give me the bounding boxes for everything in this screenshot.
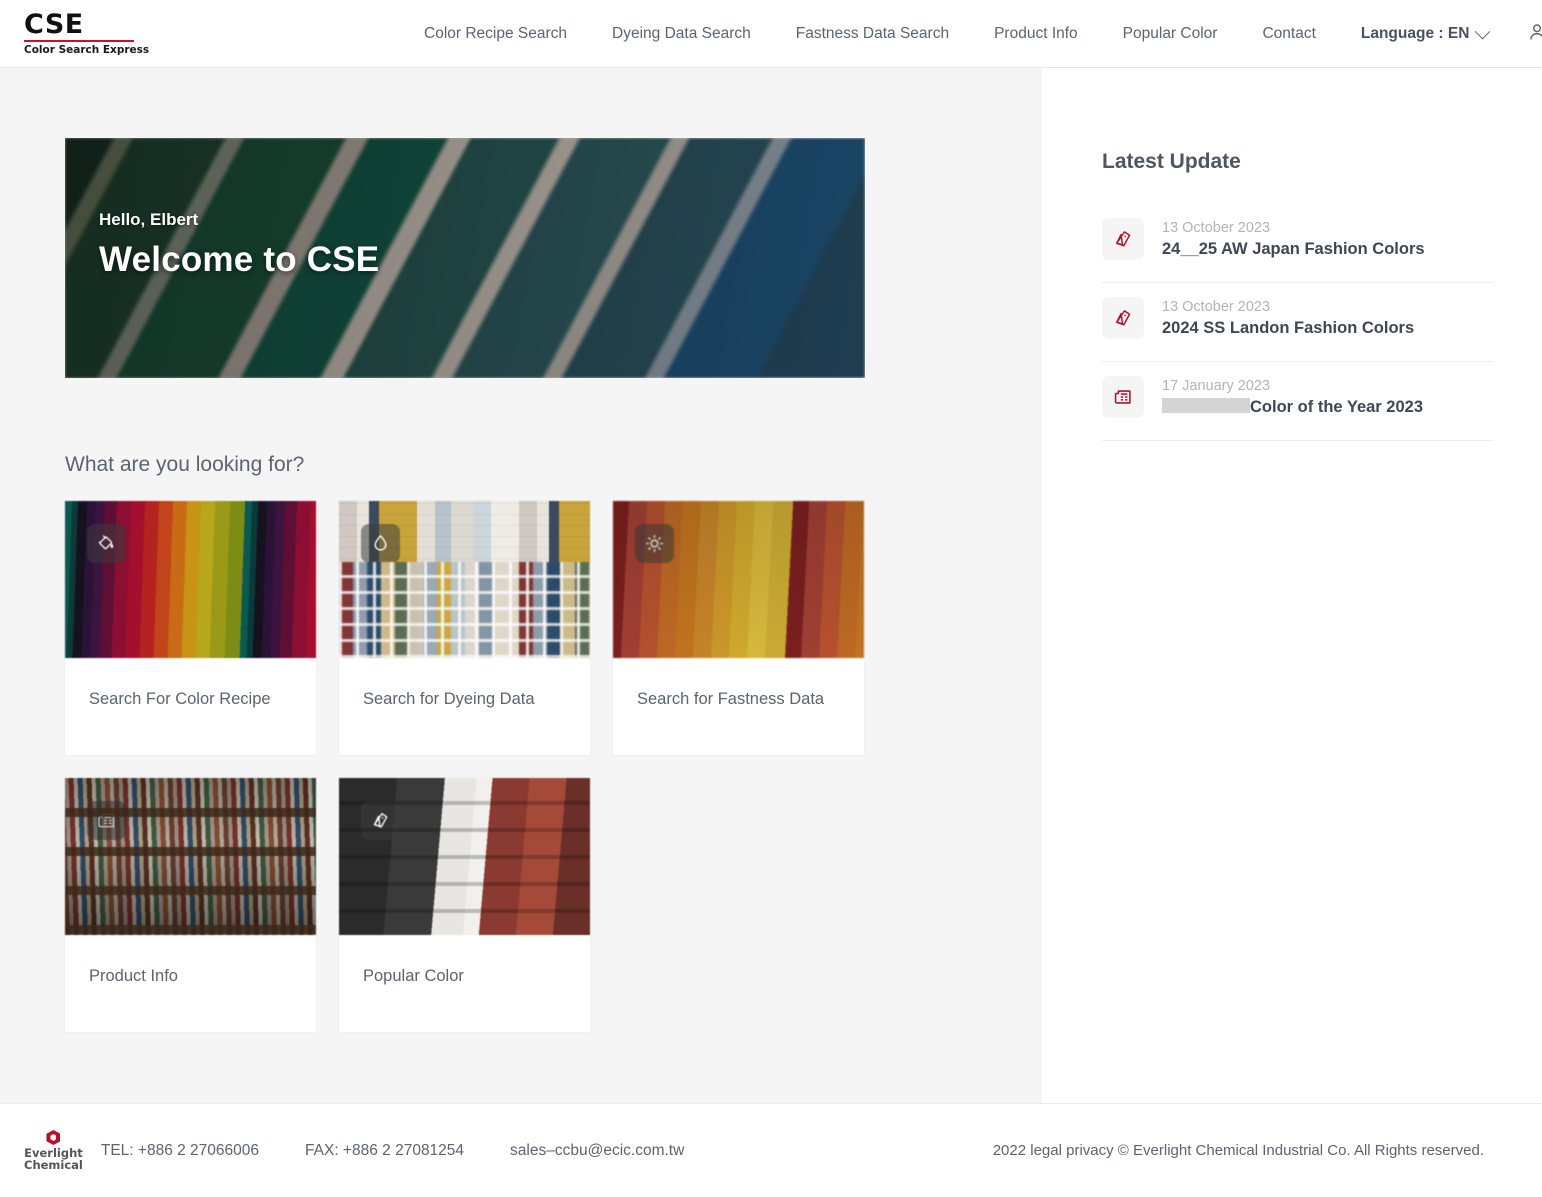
redaction-block	[1162, 398, 1250, 413]
card-label: Popular Color	[339, 935, 590, 1032]
logo-main-text: CSE	[24, 11, 84, 38]
logo-underline	[24, 40, 134, 42]
color-fan-icon	[1102, 218, 1144, 260]
nav-item-contact[interactable]: Contact	[1262, 25, 1315, 43]
latest-update-item[interactable]: 17 January 2023 Color of the Year 2023	[1102, 362, 1494, 441]
nav-item-color-recipe-search[interactable]: Color Recipe Search	[424, 25, 567, 43]
cse-logo[interactable]: CSE Color Search Express	[24, 11, 134, 56]
card-label: Search for Dyeing Data	[339, 658, 590, 755]
sun-gear-icon	[635, 524, 674, 563]
nav-item-popular-color[interactable]: Popular Color	[1123, 25, 1218, 43]
latest-update-body: 13 October 2023 2024 SS Landon Fashion C…	[1162, 297, 1414, 338]
everlight-chemical-logo: Everlight Chemical	[24, 1130, 83, 1171]
latest-update-date: 13 October 2023	[1162, 299, 1414, 315]
card-image	[613, 501, 864, 658]
language-label: Language : EN	[1361, 25, 1470, 43]
latest-update-date: 17 January 2023	[1162, 378, 1423, 394]
hero-banner: Hello, Elbert Welcome to CSE	[65, 138, 865, 378]
user-icon	[1526, 21, 1542, 48]
footer-tel: TEL: +886 2 27066006	[101, 1142, 259, 1160]
everlight-logo-line2: Chemical	[24, 1159, 83, 1171]
card-search-for-fastness-data[interactable]: Search for Fastness Data	[613, 501, 864, 755]
latest-update-item[interactable]: 13 October 2023 2024 SS Landon Fashion C…	[1102, 283, 1494, 362]
hero-text-block: Hello, Elbert Welcome to CSE	[99, 210, 379, 280]
latest-update-title: 2024 SS Landon Fashion Colors	[1162, 319, 1414, 338]
nav-item-dyeing-data-search[interactable]: Dyeing Data Search	[612, 25, 751, 43]
chevron-down-icon	[1475, 23, 1491, 39]
latest-update-sidebar: Latest Update 13 October 2023 24__25 AW …	[1042, 68, 1542, 1103]
footer-contact-info: TEL: +886 2 27066006 FAX: +886 2 2708125…	[101, 1142, 684, 1160]
main-navigation: Color Recipe Search Dyeing Data Search F…	[424, 0, 1542, 68]
nav-item-product-info[interactable]: Product Info	[994, 25, 1078, 43]
paint-bucket-icon	[87, 524, 126, 563]
card-image	[339, 501, 590, 658]
water-drop-icon	[361, 524, 400, 563]
account-menu[interactable]	[1526, 21, 1542, 48]
card-label: Search for Fastness Data	[613, 658, 864, 755]
latest-update-item[interactable]: 13 October 2023 24__25 AW Japan Fashion …	[1102, 204, 1494, 283]
color-fan-icon	[361, 801, 400, 840]
latest-update-date: 13 October 2023	[1162, 220, 1425, 236]
latest-update-title: Color of the Year 2023	[1162, 398, 1423, 417]
card-image	[339, 778, 590, 935]
card-popular-color[interactable]: Popular Color	[339, 778, 590, 1032]
latest-update-body: 17 January 2023 Color of the Year 2023	[1162, 376, 1423, 417]
color-fan-icon	[1102, 297, 1144, 339]
quick-links-grid: Search For Color Recipe Search for Dyein…	[65, 501, 865, 1032]
newspaper-icon	[1102, 376, 1144, 418]
card-label: Product Info	[65, 935, 316, 1032]
card-label: Search For Color Recipe	[65, 658, 316, 755]
hero-title: Welcome to CSE	[99, 240, 379, 280]
nav-item-fastness-data-search[interactable]: Fastness Data Search	[796, 25, 949, 43]
latest-update-body: 13 October 2023 24__25 AW Japan Fashion …	[1162, 218, 1425, 259]
sidebar-title: Latest Update	[1102, 150, 1494, 174]
card-image	[65, 778, 316, 935]
hexagon-icon	[46, 1130, 60, 1145]
hero-greeting: Hello, Elbert	[99, 210, 379, 230]
footer-fax: FAX: +886 2 27081254	[305, 1142, 464, 1160]
logo-sub-text: Color Search Express	[24, 45, 149, 56]
site-footer: Everlight Chemical TEL: +886 2 27066006 …	[0, 1103, 1542, 1197]
footer-copyright: 2022 legal privacy © Everlight Chemical …	[993, 1142, 1484, 1159]
card-image	[65, 501, 316, 658]
latest-update-title: 24__25 AW Japan Fashion Colors	[1162, 240, 1425, 259]
main-content: Hello, Elbert Welcome to CSE What are yo…	[0, 68, 1042, 1103]
site-header: CSE Color Search Express Color Recipe Se…	[0, 0, 1542, 68]
card-search-for-color-recipe[interactable]: Search For Color Recipe	[65, 501, 316, 755]
footer-email[interactable]: sales–ccbu@ecic.com.tw	[510, 1142, 684, 1160]
language-selector[interactable]: Language : EN	[1361, 25, 1489, 43]
page-body: Hello, Elbert Welcome to CSE What are yo…	[0, 68, 1542, 1103]
latest-update-title-text: Color of the Year 2023	[1250, 398, 1423, 416]
newspaper-icon	[87, 801, 126, 840]
card-product-info[interactable]: Product Info	[65, 778, 316, 1032]
section-question: What are you looking for?	[65, 453, 304, 477]
card-search-for-dyeing-data[interactable]: Search for Dyeing Data	[339, 501, 590, 755]
